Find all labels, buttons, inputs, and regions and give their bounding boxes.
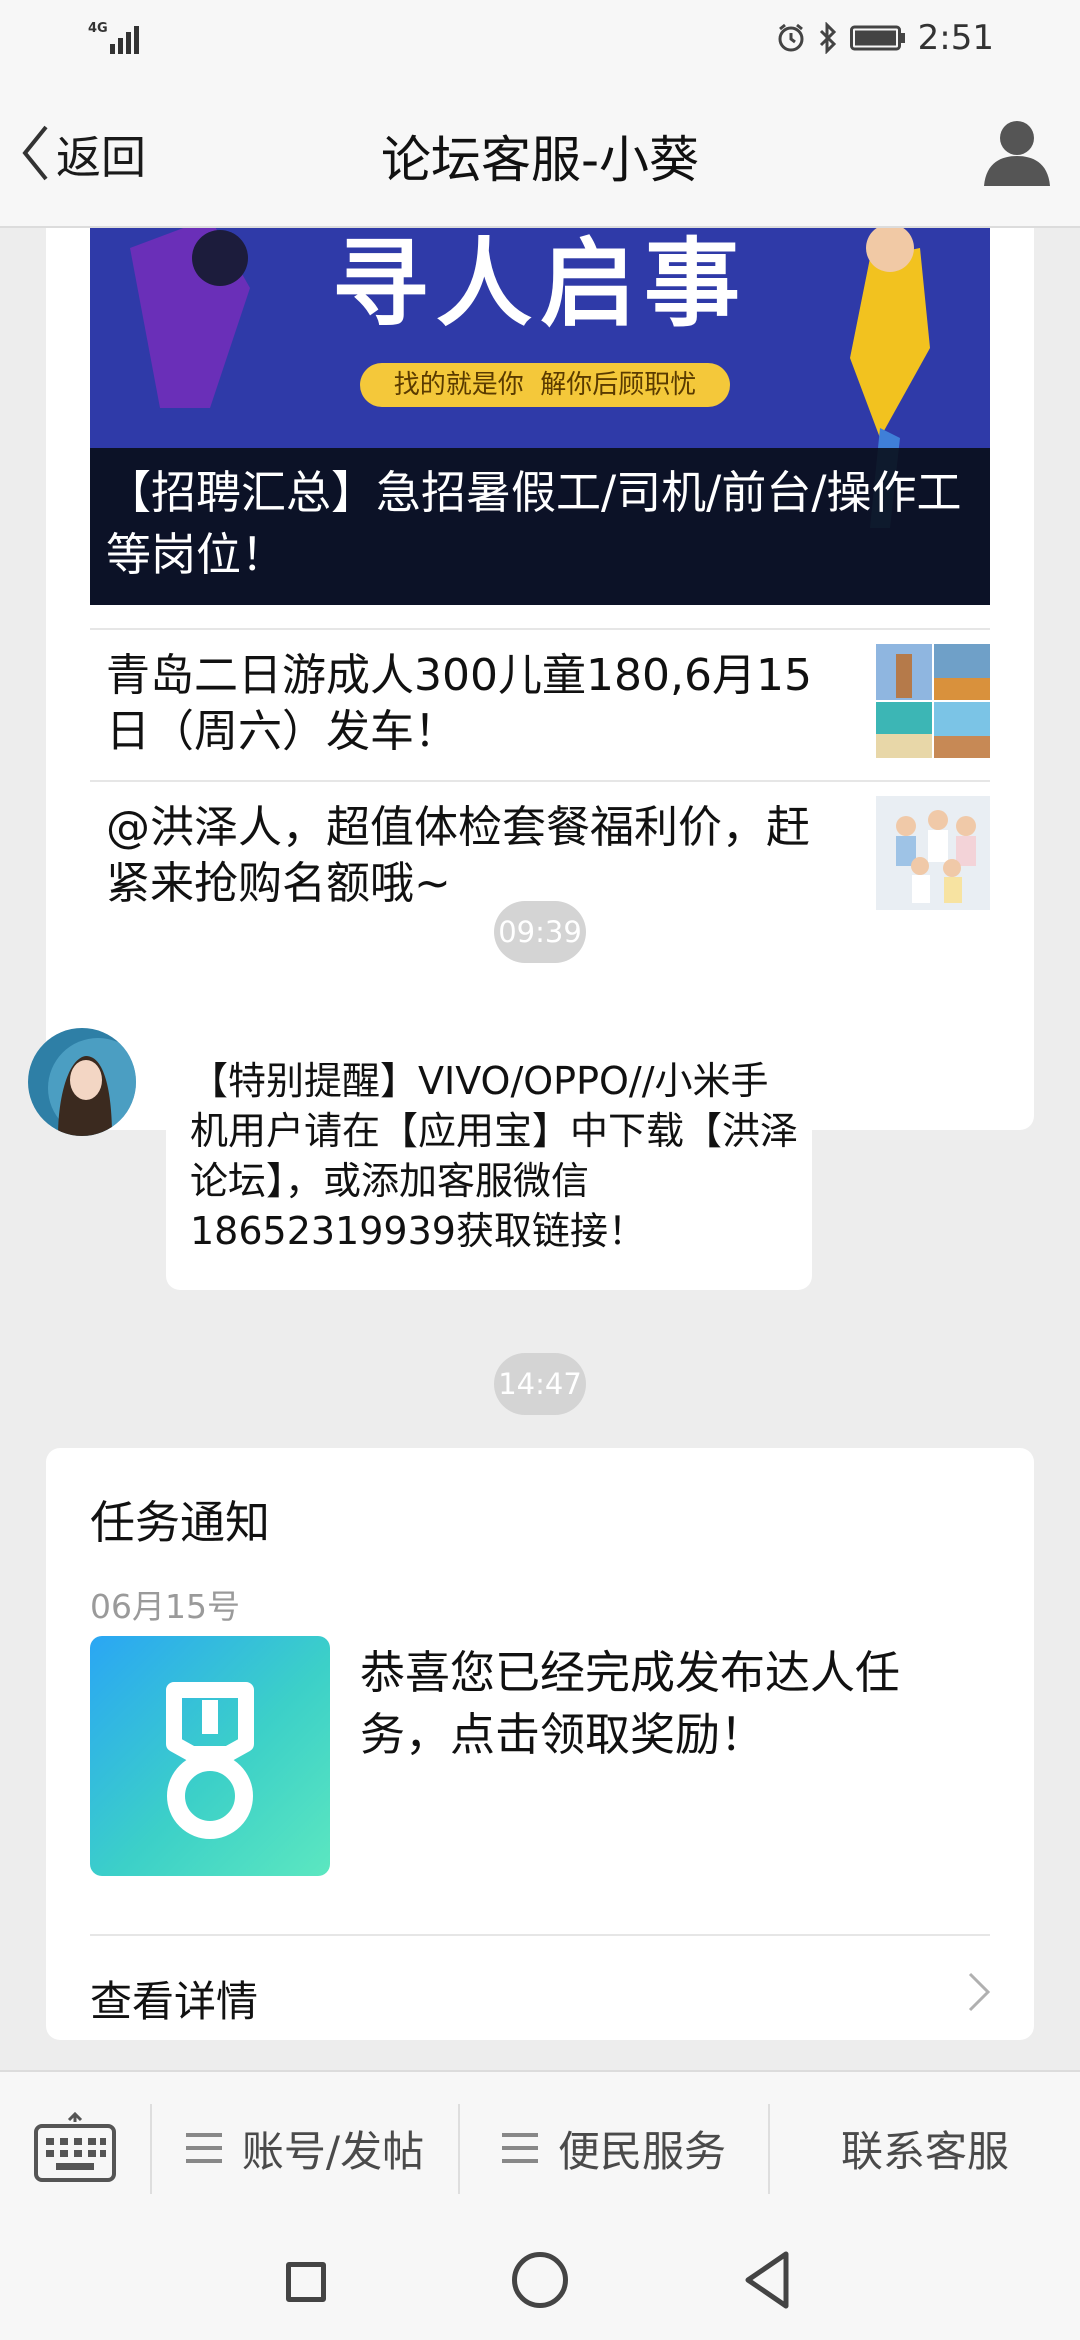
news-item[interactable]: 青岛二日游成人300儿童180,6月15日（周六）发车！	[90, 628, 990, 782]
keyboard-icon[interactable]	[34, 2112, 116, 2182]
status-bar: 4G 2:51	[0, 0, 1080, 80]
chat-area[interactable]: 寻人启事 找的就是你 解你后顾职忧 【招聘汇总】急招暑假工/司机/前台/操作工等…	[0, 228, 1080, 2070]
message-text: 【特别提醒】VIVO/OPPO//小米手机用户请在【应用宝】中下载【洪泽论坛】，…	[190, 1059, 799, 1253]
system-back-button[interactable]	[742, 2250, 792, 2310]
avatar-image	[28, 1028, 136, 1136]
network-type: 4G	[88, 21, 108, 36]
system-nav-bar	[0, 2222, 1080, 2340]
message-bubble[interactable]: 【特别提醒】VIVO/OPPO//小米手机用户请在【应用宝】中下载【洪泽论坛】，…	[166, 1028, 812, 1290]
home-button[interactable]	[512, 2252, 568, 2308]
family-thumbnail	[876, 796, 990, 910]
avatar[interactable]	[28, 1028, 136, 1136]
travel-thumbnail	[876, 644, 990, 758]
banner-image[interactable]: 寻人启事 找的就是你 解你后顾职忧 【招聘汇总】急招暑假工/司机/前台/操作工等…	[90, 228, 990, 605]
medal-icon	[90, 1636, 330, 1876]
menu-account-post-label: 账号/发帖	[241, 2126, 425, 2176]
news-item-title: @洪泽人，超值体检套餐福利价，赶紧来抢购名额哦~	[106, 802, 810, 909]
menu-icon	[501, 2133, 538, 2163]
menu-contact-support[interactable]: 联系客服	[770, 2072, 1080, 2224]
signal-icon: 4G	[88, 18, 148, 58]
menu-public-services-label: 便民服务	[557, 2126, 726, 2176]
divider	[90, 1934, 990, 1936]
banner-tagline: 找的就是你 解你后顾职忧	[393, 370, 697, 400]
menu-contact-support-label: 联系客服	[840, 2126, 1009, 2176]
menu-account-post[interactable]: 账号/发帖	[152, 2072, 458, 2224]
battery-icon	[849, 25, 905, 51]
banner-caption: 【招聘汇总】急招暑假工/司机/前台/操作工等岗位！	[90, 448, 990, 605]
banner-headline: 寻人启事	[332, 228, 748, 340]
menu-icon	[185, 2133, 222, 2163]
clock: 2:51	[917, 18, 994, 58]
task-description: 恭喜您已经完成发布达人任务，点击领取奖励！	[360, 1646, 901, 1761]
user-profile-icon[interactable]	[980, 116, 1054, 190]
news-item-title: 青岛二日游成人300儿童180,6月15日（周六）发车！	[106, 650, 812, 757]
timestamp: 14:47	[494, 1353, 586, 1415]
alarm-icon	[778, 23, 804, 52]
menu-public-services[interactable]: 便民服务	[460, 2072, 768, 2224]
status-indicators: 2:51	[776, 16, 994, 60]
page-title: 论坛客服-小葵	[380, 131, 700, 189]
nav-bar: 返回 论坛客服-小葵	[0, 80, 1080, 228]
menu-bar: 账号/发帖 便民服务 联系客服	[0, 2070, 1080, 2224]
task-notification-card[interactable]: 任务通知 06月15号 恭喜您已经完成发布达人任务，点击领取奖励！ 查看详情	[46, 1448, 1034, 2040]
timestamp: 09:39	[494, 901, 586, 963]
bluetooth-icon	[819, 22, 836, 54]
news-card[interactable]: 寻人启事 找的就是你 解你后顾职忧 【招聘汇总】急招暑假工/司机/前台/操作工等…	[46, 228, 1034, 1130]
recent-apps-button[interactable]	[286, 2262, 326, 2302]
chevron-right-icon[interactable]	[964, 1970, 994, 2014]
task-date: 06月15号	[90, 1587, 240, 1626]
view-details-link[interactable]: 查看详情	[90, 1968, 258, 2029]
task-title: 任务通知	[90, 1496, 271, 1549]
